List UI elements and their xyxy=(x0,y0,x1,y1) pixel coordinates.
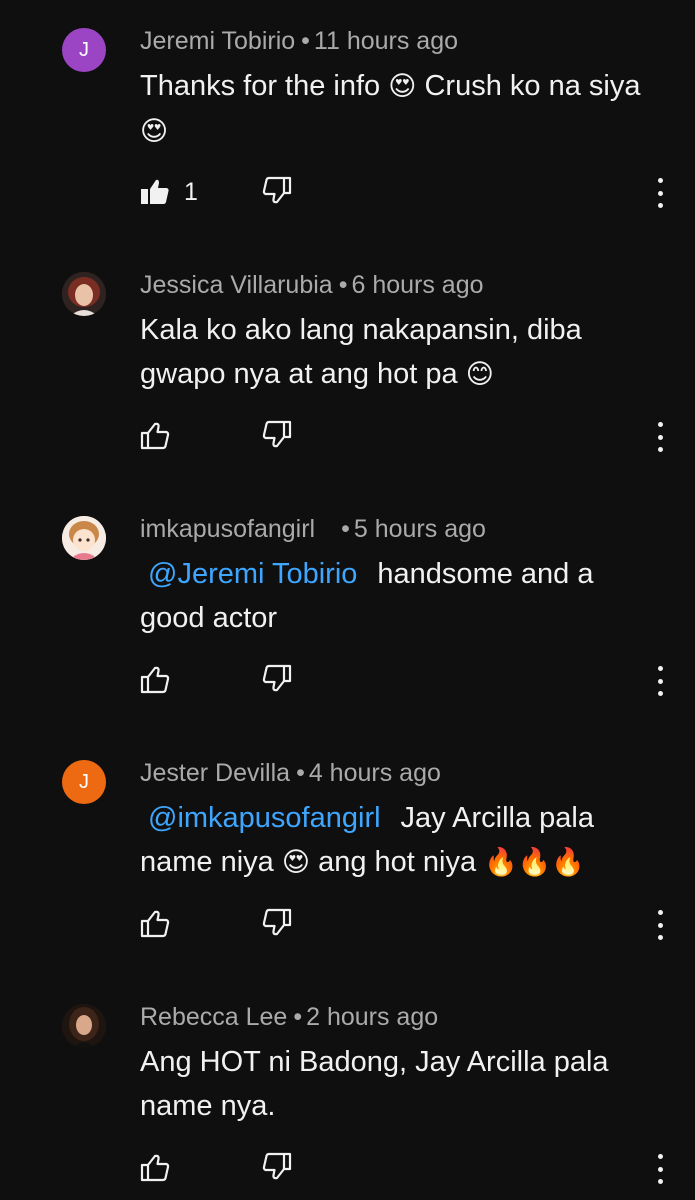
more-options-button[interactable] xyxy=(648,666,672,696)
meta-separator: • xyxy=(341,515,350,543)
comment-time[interactable]: 11 hours ago xyxy=(314,27,458,55)
like-count: 1 xyxy=(184,177,198,206)
like-button[interactable] xyxy=(140,904,170,944)
author-name[interactable]: Jeremi Tobirio xyxy=(140,27,295,55)
comment-meta: Jeremi Tobirio • 11 hours ago xyxy=(140,26,458,56)
comment-actions xyxy=(140,1148,680,1188)
avatar[interactable] xyxy=(62,1004,106,1048)
dislike-button[interactable] xyxy=(262,908,292,941)
dislike-button[interactable] xyxy=(262,420,292,453)
more-vertical-icon xyxy=(657,434,663,440)
comment-text-part: Kala ko ako lang nakapansin, diba gwapo … xyxy=(140,314,582,390)
comment-meta: Jessica Villarubia • 6 hours ago xyxy=(140,270,484,300)
mention-link[interactable]: @imkapusofangirl xyxy=(148,802,381,834)
more-options-button[interactable] xyxy=(648,910,672,940)
more-vertical-icon xyxy=(657,666,663,671)
meta-separator: • xyxy=(301,27,310,55)
author-name[interactable]: Jester Devilla xyxy=(140,759,290,787)
comment-actions: 1 xyxy=(140,172,680,212)
thumbs-up-icon xyxy=(140,910,170,938)
comment-actions xyxy=(140,904,680,944)
thumbs-up-icon xyxy=(140,1154,170,1182)
comment-meta: Rebecca Lee • 2 hours ago xyxy=(140,1002,438,1032)
comment: Jessica Villarubia • 6 hours ago Kala ko a… xyxy=(0,244,695,488)
more-vertical-icon xyxy=(657,1154,663,1159)
more-vertical-icon xyxy=(657,422,663,427)
avatar[interactable] xyxy=(62,516,106,560)
comment-time[interactable]: 2 hours ago xyxy=(306,1003,438,1031)
comment: J Jester Devilla • 4 hours ago @imkapusofa… xyxy=(0,732,695,976)
comment-meta: Jester Devilla • 4 hours ago xyxy=(140,758,441,788)
profile-photo-icon xyxy=(62,516,106,560)
more-vertical-icon xyxy=(657,447,663,452)
profile-photo-icon xyxy=(62,272,106,316)
more-vertical-icon xyxy=(657,203,663,208)
avatar[interactable]: J xyxy=(62,760,106,804)
comment-text: Ang HOT ni Badong, Jay Arcilla pala name… xyxy=(140,1040,660,1128)
comment-text-part: Thanks for the info xyxy=(140,70,389,102)
more-options-button[interactable] xyxy=(648,178,672,208)
thumbs-down-icon xyxy=(262,908,292,936)
comment: imkapusofangirl • 5 hours ago @Jeremi Tobi… xyxy=(0,488,695,732)
author-name[interactable]: Rebecca Lee xyxy=(140,1003,287,1031)
comment-time[interactable]: 6 hours ago xyxy=(351,271,483,299)
comment-text-part: ang hot niya xyxy=(310,846,485,878)
avatar-letter: J xyxy=(79,38,89,61)
heart-eyes-emoji: 😍 xyxy=(388,71,417,102)
like-button[interactable] xyxy=(140,1148,170,1188)
comment-text-part: Ang HOT ni Badong, Jay Arcilla pala name… xyxy=(140,1046,609,1122)
meta-separator: • xyxy=(296,759,305,787)
more-options-button[interactable] xyxy=(648,422,672,452)
more-vertical-icon xyxy=(657,1166,663,1172)
comment-meta: imkapusofangirl • 5 hours ago xyxy=(140,514,486,544)
author-name[interactable]: Jessica Villarubia xyxy=(140,271,333,299)
comment-text: @Jeremi Tobirio handsome and a good actor xyxy=(140,552,660,640)
more-vertical-icon xyxy=(657,1179,663,1184)
comment-actions xyxy=(140,416,680,456)
like-button[interactable]: 1 xyxy=(140,172,198,212)
smiling-emoji: 😊 xyxy=(465,359,494,390)
profile-photo-icon xyxy=(62,1004,106,1048)
dislike-button[interactable] xyxy=(262,664,292,697)
thumbs-down-icon xyxy=(262,176,292,204)
more-vertical-icon xyxy=(657,910,663,915)
more-vertical-icon xyxy=(657,190,663,196)
more-vertical-icon xyxy=(657,678,663,684)
more-vertical-icon xyxy=(657,178,663,183)
heart-eyes-emoji: 😍 xyxy=(140,116,169,147)
more-vertical-icon xyxy=(657,922,663,928)
avatar-letter: J xyxy=(79,770,89,793)
comment-list: J Jeremi Tobirio • 11 hours ago Thanks for… xyxy=(0,0,695,1200)
comment-time[interactable]: 5 hours ago xyxy=(354,515,486,543)
heart-eyes-emoji: 😍 xyxy=(281,847,311,878)
thumbs-up-icon xyxy=(140,422,170,450)
dislike-button[interactable] xyxy=(262,1152,292,1185)
comment-text: Kala ko ako lang nakapansin, diba gwapo … xyxy=(140,308,660,397)
fire-emoji: 🔥🔥🔥 xyxy=(484,847,586,878)
comment-text: @imkapusofangirl Jay Arcilla pala name ni… xyxy=(140,796,660,885)
comment-actions xyxy=(140,660,680,700)
like-button[interactable] xyxy=(140,660,170,700)
avatar[interactable] xyxy=(62,272,106,316)
more-vertical-icon xyxy=(657,691,663,696)
thumbs-down-icon xyxy=(262,420,292,448)
thumbs-down-icon xyxy=(262,664,292,692)
comment-text: Thanks for the info 😍 Crush ko na siya 😍 xyxy=(140,64,660,154)
thumbs-down-icon xyxy=(262,1152,292,1180)
mention-link[interactable]: @Jeremi Tobirio xyxy=(148,558,357,590)
comment: Rebecca Lee • 2 hours ago Ang HOT ni Badon… xyxy=(0,976,695,1200)
more-options-button[interactable] xyxy=(648,1154,672,1184)
like-button[interactable] xyxy=(140,416,170,456)
thumbs-up-icon xyxy=(141,179,169,204)
comment-time[interactable]: 4 hours ago xyxy=(309,759,441,787)
more-vertical-icon xyxy=(657,935,663,940)
meta-separator: • xyxy=(338,271,348,299)
comment: J Jeremi Tobirio • 11 hours ago Thanks for… xyxy=(0,0,695,244)
thumbs-up-icon xyxy=(140,666,170,694)
meta-separator: • xyxy=(293,1003,303,1031)
author-name[interactable]: imkapusofangirl xyxy=(140,515,315,543)
avatar[interactable]: J xyxy=(62,28,106,72)
comment-text-part: Crush ko na siya xyxy=(416,70,641,102)
dislike-button[interactable] xyxy=(262,176,292,209)
